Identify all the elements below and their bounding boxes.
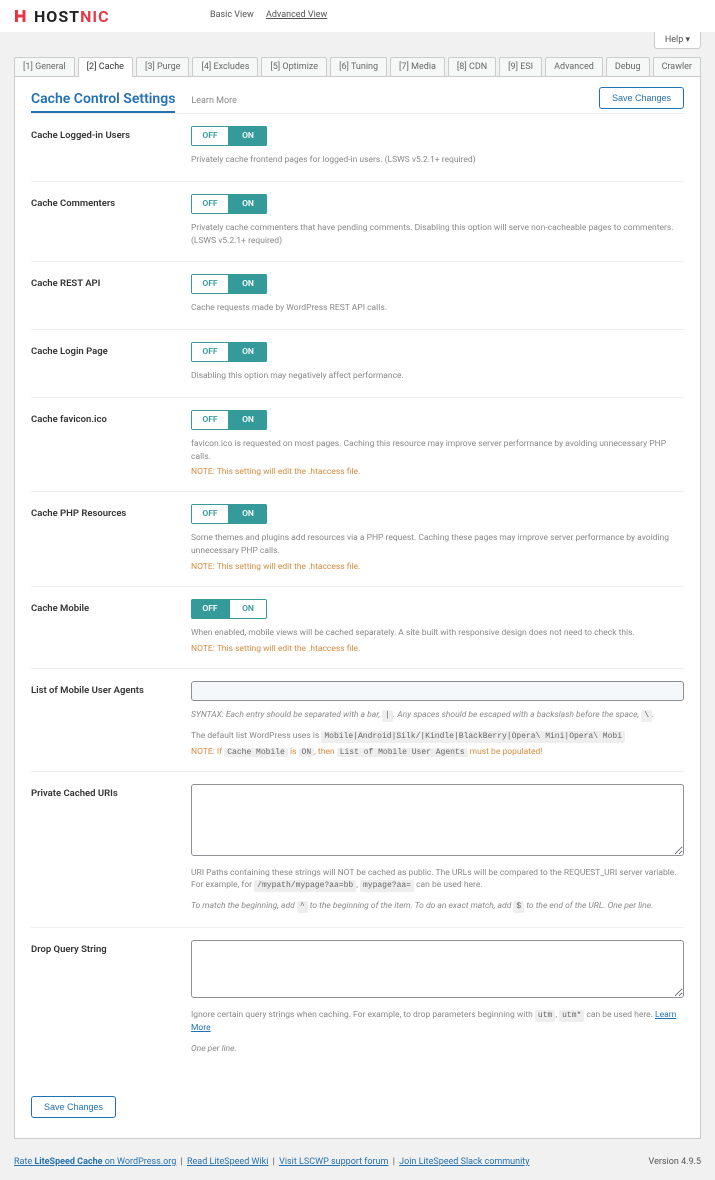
page-title: Cache Control Settings	[31, 91, 175, 113]
version-text: Version 4.9.5	[649, 1157, 701, 1167]
toggle-on[interactable]: ON	[229, 342, 267, 362]
drop-query-textarea[interactable]	[191, 940, 684, 998]
toggle-off[interactable]: OFF	[191, 410, 229, 430]
label-rest: Cache REST API	[31, 274, 191, 315]
basic-view-link[interactable]: Basic View	[210, 10, 254, 20]
toggle-php[interactable]: OFF ON	[191, 504, 267, 524]
label-private-uri: Private Cached URIs	[31, 784, 191, 914]
toggle-on[interactable]: ON	[229, 274, 267, 294]
toggle-on[interactable]: ON	[229, 599, 267, 619]
desc-text: Some themes and plugins add resources vi…	[191, 532, 684, 558]
label-php: Cache PHP Resources	[31, 504, 191, 572]
desc-text: URI Paths containing these strings will …	[191, 867, 684, 893]
toggle-mobile[interactable]: OFF ON	[191, 599, 267, 619]
label-drop-query: Drop Query String	[31, 940, 191, 1056]
toggle-on[interactable]: ON	[229, 410, 267, 430]
note-text: NOTE: This setting will edit the .htacce…	[191, 644, 684, 654]
note-text: NOTE: This setting will edit the .htacce…	[191, 467, 684, 477]
tab-media[interactable]: [7] Media	[390, 57, 445, 77]
toggle-on[interactable]: ON	[229, 504, 267, 524]
toggle-rest[interactable]: OFF ON	[191, 274, 267, 294]
toggle-off[interactable]: OFF	[191, 599, 229, 619]
tab-advanced[interactable]: Advanced	[545, 57, 603, 77]
match-note: To match the beginning, add ^ to the beg…	[191, 900, 684, 913]
label-commenters: Cache Commenters	[31, 194, 191, 248]
label-mobile: Cache Mobile	[31, 599, 191, 654]
slack-link[interactable]: Join LiteSpeed Slack community	[399, 1157, 529, 1167]
mobile-agents-input[interactable]	[191, 681, 684, 701]
toggle-commenters[interactable]: OFF ON	[191, 194, 267, 214]
desc-text: favicon.ico is requested on most pages. …	[191, 438, 684, 464]
toggle-logged-in[interactable]: OFF ON	[191, 126, 267, 146]
toggle-on[interactable]: ON	[229, 126, 267, 146]
forum-link[interactable]: Visit LSCWP support forum	[279, 1157, 388, 1167]
tab-optimize[interactable]: [5] Optimize	[261, 57, 327, 77]
tab-general[interactable]: [1] General	[14, 57, 75, 77]
learn-more-link[interactable]: Learn More	[191, 96, 237, 106]
desc-text: Cache requests made by WordPress REST AP…	[191, 302, 684, 315]
desc-text: Privately cache frontend pages for logge…	[191, 154, 684, 167]
logo-icon	[12, 7, 30, 25]
tab-debug[interactable]: Debug	[606, 57, 650, 77]
logo: HOSTNIC	[12, 7, 110, 26]
save-button-top[interactable]: Save Changes	[599, 87, 684, 109]
tab-tuning[interactable]: [6] Tuning	[330, 57, 387, 77]
tab-crawler[interactable]: Crawler	[653, 57, 701, 77]
advanced-view-link[interactable]: Advanced View	[266, 10, 327, 20]
label-logged-in: Cache Logged-in Users	[31, 126, 191, 167]
toggle-off[interactable]: OFF	[191, 194, 229, 214]
toggle-off[interactable]: OFF	[191, 126, 229, 146]
tab-purge[interactable]: [3] Purge	[136, 57, 190, 77]
per-line-note: One per line.	[191, 1043, 684, 1056]
note-text: NOTE: This setting will edit the .htacce…	[191, 562, 684, 572]
page-footer: Rate LiteSpeed Cache on WordPress.org | …	[0, 1139, 715, 1180]
toggle-favicon[interactable]: OFF ON	[191, 410, 267, 430]
label-mobile-agents: List of Mobile User Agents	[31, 681, 191, 757]
tab-cache[interactable]: [2] Cache	[78, 57, 133, 77]
desc-text: Privately cache commenters that have pen…	[191, 222, 684, 248]
desc-text: Disabling this option may negatively aff…	[191, 370, 684, 383]
tab-esi[interactable]: [9] ESI	[499, 57, 542, 77]
settings-tabs: [1] General [2] Cache [3] Purge [4] Excl…	[14, 57, 701, 77]
mobile-populate-note: NOTE: If Cache Mobile is ON, then List o…	[191, 747, 684, 757]
help-dropdown[interactable]: Help ▾	[654, 32, 701, 49]
toggle-off[interactable]: OFF	[191, 342, 229, 362]
toggle-on[interactable]: ON	[229, 194, 267, 214]
desc-text: Ignore certain query strings when cachin…	[191, 1009, 684, 1035]
desc-text: When enabled, mobile views will be cache…	[191, 627, 684, 640]
save-button-bottom[interactable]: Save Changes	[31, 1096, 116, 1118]
toggle-off[interactable]: OFF	[191, 504, 229, 524]
label-favicon: Cache favicon.ico	[31, 410, 191, 478]
tab-excludes[interactable]: [4] Excludes	[192, 57, 258, 77]
view-switcher: Basic View Advanced View	[210, 10, 337, 20]
toggle-off[interactable]: OFF	[191, 274, 229, 294]
label-login: Cache Login Page	[31, 342, 191, 383]
private-uri-textarea[interactable]	[191, 784, 684, 856]
tab-cdn[interactable]: [8] CDN	[448, 57, 496, 77]
rate-link[interactable]: Rate LiteSpeed Cache on WordPress.org	[14, 1157, 176, 1167]
toggle-login[interactable]: OFF ON	[191, 342, 267, 362]
syntax-note: SYNTAX: Each entry should be separated w…	[191, 709, 684, 722]
default-note: The default list WordPress uses is Mobil…	[191, 730, 684, 743]
wiki-link[interactable]: Read LiteSpeed Wiki	[187, 1157, 268, 1167]
